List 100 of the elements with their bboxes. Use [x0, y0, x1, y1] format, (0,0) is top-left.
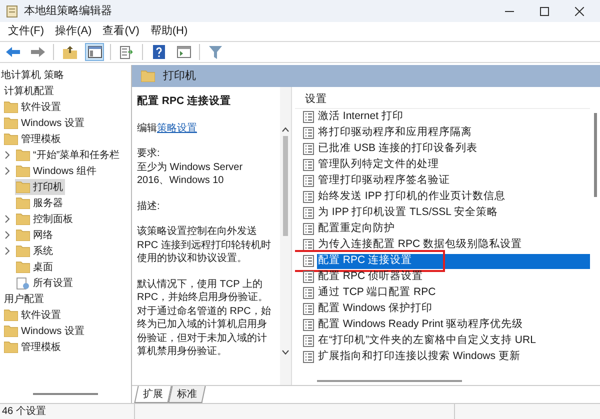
folder-icon [141, 70, 155, 82]
tree-item[interactable]: 管理模板 [3, 131, 63, 147]
setting-row[interactable]: 将打印驱动程序和应用程序隔离 [317, 126, 590, 140]
policy-document-icon [303, 287, 314, 299]
policy-document-icon [303, 335, 314, 347]
description-text: 至少为 Windows Server 2016、Windows 10 [137, 160, 244, 188]
back-arrow-icon[interactable] [6, 46, 20, 58]
tree-item[interactable]: 软件设置 [3, 99, 63, 115]
setting-row[interactable]: 通过 TCP 端口配置 RPC [317, 286, 590, 300]
tree-item[interactable]: 地计算机 策略 [0, 67, 66, 83]
tree-item[interactable]: Windows 设置 [3, 115, 86, 131]
policy-document-icon [303, 319, 314, 331]
folder-icon [16, 181, 30, 193]
setting-row[interactable]: 激活 Internet 打印 [317, 110, 590, 124]
policy-title: 配置 RPC 连接设置 [137, 95, 232, 108]
folder-icon [16, 245, 30, 257]
description-text: 默认情况下，使用 TCP 上的 RPC，并始终启用身份验证。对于通过命名管道的 RPC，始终为已加入域的计算机启用身份验证，但对于未加入域的计算机禁用身份验证。 [137, 278, 272, 358]
folder-icon [16, 229, 30, 241]
setting-row[interactable]: 配置 RPC 侦听器设置 [317, 270, 590, 284]
horizontal-scrollbar[interactable] [33, 393, 98, 395]
folder-icon [16, 213, 30, 225]
tree-item[interactable]: 服务器 [15, 195, 65, 211]
maximize-icon[interactable] [540, 6, 549, 16]
policy-document-icon [303, 303, 314, 315]
setting-row[interactable]: 为传入连接配置 RPC 数据包级别隐私设置 [317, 238, 590, 252]
edit-label: 编辑 [137, 122, 157, 134]
setting-row[interactable]: 始终发送 IPP 打印机的作业页计数信息 [317, 190, 590, 204]
setting-row[interactable]: 配置 RPC 连接设置 [317, 254, 590, 268]
vertical-scrollbar[interactable] [594, 113, 596, 197]
policy-document-icon [303, 191, 314, 203]
help-icon[interactable] [152, 45, 164, 59]
setting-row[interactable]: 配置重定向防护 [317, 222, 590, 236]
window-title: 本地组策略编辑器 [24, 4, 112, 19]
column-header[interactable]: 设置 [295, 91, 590, 109]
console-tree-icon[interactable] [88, 46, 102, 58]
tree-item[interactable]: 网络 [15, 227, 55, 243]
setting-row[interactable]: 扩展指向和打印连接以搜索 Windows 更新 [317, 350, 590, 364]
tab[interactable]: 扩展 [134, 386, 172, 403]
folder-icon [16, 149, 30, 161]
tree-item[interactable]: 管理模板 [3, 339, 63, 355]
setting-row[interactable]: 配置 Windows Ready Print 驱动程序优先级 [317, 318, 590, 332]
policy-document-icon [303, 271, 314, 283]
menu-item[interactable]: 操作(A) [51, 22, 96, 40]
setting-row[interactable]: 管理队列特定文件的处理 [317, 158, 590, 172]
policy-document-icon [303, 175, 314, 187]
scroll-down-icon[interactable] [282, 350, 289, 355]
folder-icon [16, 197, 30, 209]
action-pane-icon[interactable] [176, 46, 190, 58]
folder-icon [4, 101, 18, 113]
filter-icon[interactable] [209, 46, 222, 58]
settings-page-icon [16, 276, 30, 290]
policy-document-icon [303, 127, 314, 139]
folder-icon [4, 341, 18, 353]
folder-icon [16, 261, 30, 273]
policy-settings-link[interactable]: 策略设置 [157, 122, 197, 134]
policy-document-icon [303, 207, 314, 219]
scroll-up-icon[interactable] [282, 127, 289, 132]
tree-item[interactable]: 计算机配置 [3, 83, 56, 99]
policy-document-icon [303, 143, 314, 155]
policy-document-icon [303, 111, 314, 123]
tree-item[interactable]: Windows 组件 [15, 163, 98, 179]
description-text: 描述: [137, 200, 161, 213]
setting-row[interactable]: 已批准 USB 连接的打印设备列表 [317, 142, 590, 156]
policy-document-icon [303, 351, 314, 363]
tree-item[interactable]: 桌面 [15, 259, 55, 275]
folder-icon [4, 325, 18, 337]
description-text: 该策略设置控制在向外发送 RPC 连接到远程打印轮转机时使用的协议和协议设置。 [137, 225, 272, 266]
horizontal-scrollbar[interactable] [317, 380, 462, 382]
vertical-scrollbar[interactable] [280, 87, 291, 385]
tree-item[interactable]: 打印机 [15, 179, 65, 195]
status-text: 46 个设置 [0, 404, 135, 419]
setting-row[interactable]: 配置 Windows 保护打印 [317, 302, 590, 316]
tree-item[interactable]: Windows 设置 [3, 323, 86, 339]
tree-item[interactable]: 系统 [15, 243, 55, 259]
policy-document-icon [303, 239, 314, 251]
forward-arrow-icon[interactable] [30, 46, 44, 58]
toolbar-button[interactable] [174, 43, 193, 61]
folder-icon [16, 165, 30, 177]
folder-icon [4, 309, 18, 321]
policy-document-icon [303, 223, 314, 235]
menu-item[interactable]: 帮助(H) [146, 22, 192, 40]
tab[interactable]: 标准 [168, 386, 206, 403]
policy-document-icon [303, 159, 314, 171]
folder-icon [4, 133, 18, 145]
tree-item[interactable]: 用户配置 [3, 291, 46, 307]
folder-icon [4, 117, 18, 129]
tree-item[interactable]: 控制面板 [15, 211, 75, 227]
tree-item[interactable]: “开始”菜单和任务栏 [15, 147, 122, 163]
policy-document-icon [303, 255, 314, 267]
close-icon[interactable] [575, 6, 584, 16]
app-scroll-icon [6, 4, 18, 18]
toolbar-button[interactable] [85, 43, 104, 61]
setting-row[interactable]: 管理打印驱动程序签名验证 [317, 174, 590, 188]
setting-row[interactable]: 为 IPP 打印机设置 TLS/SSL 安全策略 [317, 206, 590, 220]
menu-item[interactable]: 文件(F) [4, 22, 48, 40]
pane-title: 打印机 [163, 68, 196, 84]
setting-row[interactable]: 在“打印机”文件夹的左窗格中自定义支持 URL [317, 334, 590, 348]
menu-item[interactable]: 查看(V) [98, 22, 144, 40]
tree-item[interactable]: 所有设置 [15, 275, 75, 291]
tree-item[interactable]: 软件设置 [3, 307, 63, 323]
